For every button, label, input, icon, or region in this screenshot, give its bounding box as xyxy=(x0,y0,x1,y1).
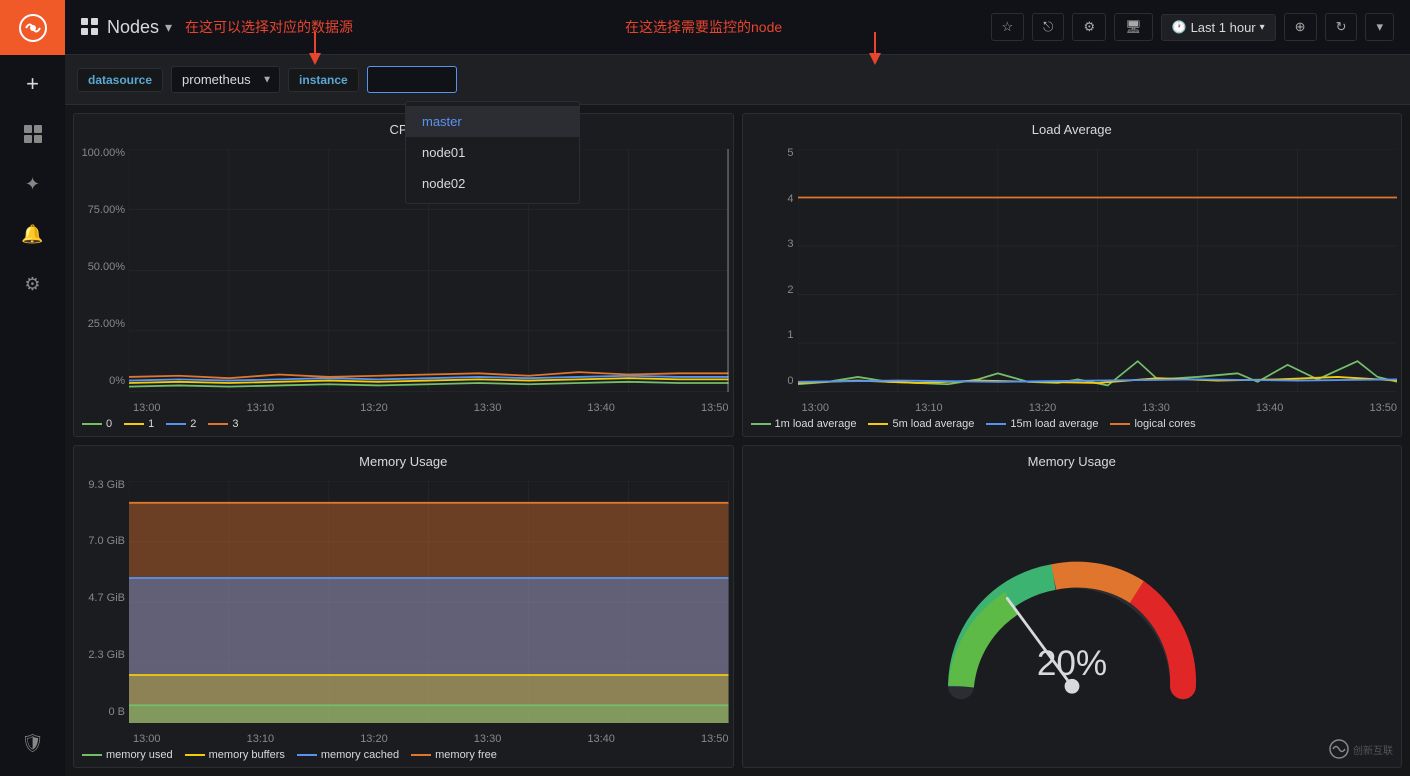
cpu-chart-title: CPU xyxy=(74,114,733,145)
instance-label: instance xyxy=(288,68,359,92)
star-button[interactable]: ☆ xyxy=(991,13,1025,41)
cpu-legend-2: 2 xyxy=(166,418,196,430)
legend-cores-line xyxy=(1110,423,1130,425)
legend-line-1 xyxy=(124,423,144,425)
time-range-label: Last 1 hour xyxy=(1191,20,1256,35)
legend-used-line xyxy=(82,754,102,756)
cpu-chart-panel: CPU 100.00% 75.00% 50.00% 25.00% 0% xyxy=(73,113,734,437)
datasource-select[interactable]: prometheus xyxy=(171,66,280,93)
share-button[interactable]: ⎋ xyxy=(1032,13,1064,41)
mem-chart-panel: Memory Usage 9.3 GiB 7.0 GiB 4.7 GiB 2.3… xyxy=(73,445,734,769)
watermark-text: 创新互联 xyxy=(1353,742,1393,757)
settings-button[interactable]: ⚙ xyxy=(1072,13,1106,41)
mem-y-labels: 9.3 GiB 7.0 GiB 4.7 GiB 2.3 GiB 0 B xyxy=(74,477,129,721)
time-range-button[interactable]: 🕐 Last 1 hour ▾ xyxy=(1161,14,1276,41)
dropdown-item-node02[interactable]: node02 xyxy=(406,168,579,199)
dropdown-item-master[interactable]: master xyxy=(406,106,579,137)
mem-x-labels: 13:00 13:10 13:20 13:30 13:40 13:50 xyxy=(129,733,733,745)
load-legend-cores: logical cores xyxy=(1110,418,1195,430)
legend-5m-line xyxy=(868,423,888,425)
app-logo[interactable] xyxy=(0,0,65,55)
cpu-chart-body: 100.00% 75.00% 50.00% 25.00% 0% xyxy=(74,145,733,414)
tv-button[interactable]: 🖥 xyxy=(1114,13,1153,41)
instance-dropdown: master node01 node02 xyxy=(405,101,580,204)
header-left: Nodes ▾ xyxy=(81,17,172,38)
load-legend-5m: 5m load average xyxy=(868,418,974,430)
mem-legend-cached: memory cached xyxy=(297,749,399,761)
sidebar-dashboards[interactable] xyxy=(0,109,65,159)
watermark: 创新互联 xyxy=(1329,739,1393,759)
cpu-x-labels: 13:00 13:10 13:20 13:30 13:40 13:50 xyxy=(129,402,733,414)
legend-free-line xyxy=(411,754,431,756)
header: Nodes ▾ ☆ ⎋ ⚙ 🖥 🕐 Last 1 hour ▾ ⊕ ↻ ▾ xyxy=(65,0,1410,55)
legend-line-0 xyxy=(82,423,102,425)
header-right: ☆ ⎋ ⚙ 🖥 🕐 Last 1 hour ▾ ⊕ ↻ ▾ xyxy=(991,13,1395,41)
legend-line-2 xyxy=(166,423,186,425)
sidebar-add[interactable]: + xyxy=(0,59,65,109)
legend-15m-line xyxy=(986,423,1006,425)
legend-1m-line xyxy=(751,423,771,425)
sidebar-alerting[interactable]: 🔔 xyxy=(0,209,65,259)
mem-legend-free: memory free xyxy=(411,749,497,761)
load-chart-inner xyxy=(798,149,1398,392)
mem-gauge-title: Memory Usage xyxy=(743,446,1402,477)
load-legend: 1m load average 5m load average 15m load… xyxy=(743,414,1402,436)
toolbar: datasource prometheus instance 在这可以选择对应的… xyxy=(65,55,1410,105)
refresh-button[interactable]: ↻ xyxy=(1325,13,1358,41)
mem-chart-title: Memory Usage xyxy=(74,446,733,477)
sidebar-shield[interactable]: 🛡 xyxy=(0,718,65,768)
load-chart-title: Load Average xyxy=(743,114,1402,145)
sidebar-explore[interactable]: ✦ xyxy=(0,159,65,209)
page-title: Nodes ▾ xyxy=(107,17,172,38)
zoom-button[interactable]: ⊕ xyxy=(1284,13,1317,41)
load-svg xyxy=(798,149,1398,392)
mem-gauge-panel: Memory Usage 20% xyxy=(742,445,1403,769)
legend-buffers-line xyxy=(185,754,205,756)
mem-legend-used: memory used xyxy=(82,749,173,761)
datasource-label: datasource xyxy=(77,68,163,92)
mem-legend-buffers: memory buffers xyxy=(185,749,285,761)
title-dropdown-icon[interactable]: ▾ xyxy=(165,19,172,36)
mem-legend: memory used memory buffers memory cached… xyxy=(74,745,733,767)
mem-chart-body: 9.3 GiB 7.0 GiB 4.7 GiB 2.3 GiB 0 B xyxy=(74,477,733,746)
cpu-legend: 0 1 2 3 xyxy=(74,414,733,436)
mem-chart-inner xyxy=(129,481,729,724)
main-content: Nodes ▾ ☆ ⎋ ⚙ 🖥 🕐 Last 1 hour ▾ ⊕ ↻ ▾ da… xyxy=(65,0,1410,776)
sidebar-config[interactable]: ⚙ xyxy=(0,259,65,309)
cpu-legend-3: 3 xyxy=(208,418,238,430)
mem-svg xyxy=(129,481,729,724)
load-legend-1m: 1m load average xyxy=(751,418,857,430)
legend-line-3 xyxy=(208,423,228,425)
load-y-labels: 5 4 3 2 1 0 xyxy=(743,145,798,389)
datasource-select-wrap[interactable]: prometheus xyxy=(171,66,280,93)
charts-area: CPU 100.00% 75.00% 50.00% 25.00% 0% xyxy=(65,105,1410,776)
svg-text:20%: 20% xyxy=(1037,644,1107,683)
gauge-container: 20% 创新互联 xyxy=(743,477,1402,768)
load-legend-15m: 15m load average xyxy=(986,418,1098,430)
legend-cached-line xyxy=(297,754,317,756)
load-chart-body: 5 4 3 2 1 0 xyxy=(743,145,1402,414)
cpu-cursor xyxy=(727,149,729,392)
load-chart-panel: Load Average 5 4 3 2 1 0 xyxy=(742,113,1403,437)
cpu-y-labels: 100.00% 75.00% 50.00% 25.00% 0% xyxy=(74,145,129,389)
grid-icon xyxy=(81,18,99,36)
cpu-legend-1: 1 xyxy=(124,418,154,430)
sidebar: + ✦ 🔔 ⚙ 🛡 xyxy=(0,0,65,776)
more-button[interactable]: ▾ xyxy=(1365,13,1394,41)
instance-input[interactable] xyxy=(367,66,457,93)
gauge-svg: 20% xyxy=(932,529,1212,714)
watermark-logo xyxy=(1329,739,1349,759)
dropdown-item-node01[interactable]: node01 xyxy=(406,137,579,168)
load-x-labels: 13:00 13:10 13:20 13:30 13:40 13:50 xyxy=(798,402,1402,414)
cpu-legend-0: 0 xyxy=(82,418,112,430)
